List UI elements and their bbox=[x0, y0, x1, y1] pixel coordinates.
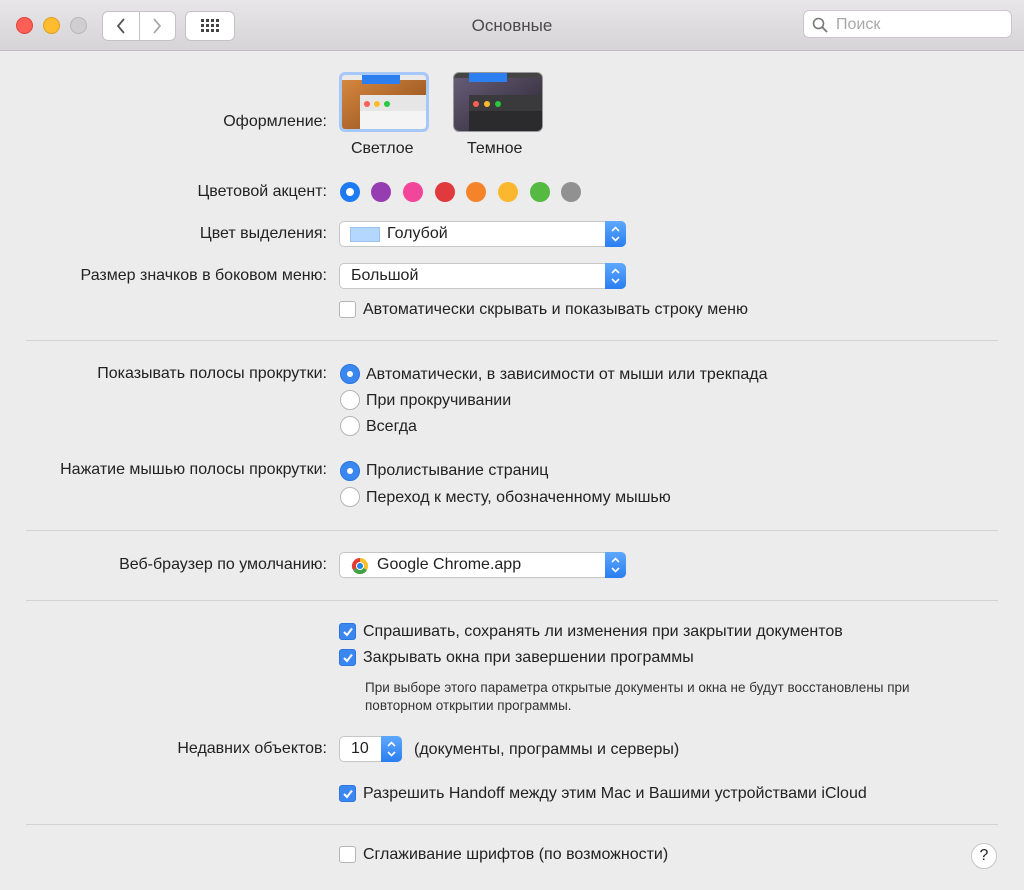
separator bbox=[26, 340, 998, 341]
search-field[interactable] bbox=[803, 10, 1012, 38]
ask-save-checkbox[interactable] bbox=[339, 623, 356, 640]
scroll-click-option-page: Пролистывание страниц bbox=[366, 462, 549, 479]
popup-arrows-icon bbox=[605, 221, 626, 247]
close-windows-note: При выборе этого параметра открытые доку… bbox=[365, 679, 1005, 715]
browser-popup[interactable]: Google Chrome.app bbox=[339, 552, 626, 578]
scrollbars-radio-scrolling[interactable] bbox=[340, 390, 360, 410]
handoff-checkbox[interactable] bbox=[339, 785, 356, 802]
search-icon bbox=[812, 17, 828, 33]
popup-arrows-icon bbox=[605, 263, 626, 289]
window-titlebar: Основные bbox=[0, 0, 1024, 51]
recent-label: Недавних объектов: bbox=[177, 740, 327, 757]
sidebar-icons-label: Размер значков в боковом меню: bbox=[80, 267, 327, 284]
recent-value: 10 bbox=[351, 740, 369, 757]
accent-green[interactable] bbox=[530, 182, 550, 202]
dark-appearance-thumbnail bbox=[454, 73, 542, 131]
menubar-checkbox[interactable] bbox=[339, 301, 356, 318]
accent-blue[interactable] bbox=[340, 182, 360, 202]
separator bbox=[26, 530, 998, 531]
separator bbox=[26, 600, 998, 601]
close-windows-note-line1: При выборе этого параметра открытые доку… bbox=[365, 680, 910, 695]
scroll-click-option-spot: Переход к месту, обозначенному мышью bbox=[366, 489, 671, 506]
accent-yellow[interactable] bbox=[498, 182, 518, 202]
search-input[interactable] bbox=[834, 14, 1008, 36]
accent-graphite[interactable] bbox=[561, 182, 581, 202]
close-windows-label: Закрывать окна при завершении программы bbox=[363, 649, 694, 666]
popup-arrows-icon bbox=[605, 552, 626, 578]
browser-value: Google Chrome.app bbox=[377, 556, 522, 573]
scroll-click-radio-spot[interactable] bbox=[340, 487, 360, 507]
highlight-label: Цвет выделения: bbox=[199, 225, 327, 242]
scroll-click-label: Нажатие мышью полосы прокрутки: bbox=[60, 461, 327, 478]
sidebar-icons-popup[interactable]: Большой bbox=[339, 263, 626, 289]
accent-red[interactable] bbox=[435, 182, 455, 202]
scroll-click-radio-page[interactable] bbox=[340, 461, 360, 481]
scrollbars-option-always: Всегда bbox=[366, 418, 417, 435]
browser-label: Веб-браузер по умолчанию: bbox=[119, 556, 327, 573]
scrollbars-radio-always[interactable] bbox=[340, 416, 360, 436]
appearance-dark-option[interactable] bbox=[453, 72, 543, 132]
accent-purple[interactable] bbox=[371, 182, 391, 202]
menubar-label: Автоматически скрывать и показывать стро… bbox=[363, 301, 748, 318]
sidebar-icons-value: Большой bbox=[351, 267, 419, 284]
scrollbars-radio-auto[interactable] bbox=[340, 364, 360, 384]
popup-arrows-icon bbox=[381, 736, 402, 762]
close-windows-note-line2: повторном открытии программы. bbox=[365, 698, 572, 713]
appearance-dark-label: Темное bbox=[467, 140, 523, 157]
highlight-value: Голубой bbox=[387, 225, 448, 242]
font-smoothing-checkbox[interactable] bbox=[339, 846, 356, 863]
scrollbars-label: Показывать полосы прокрутки: bbox=[97, 365, 327, 382]
close-windows-checkbox[interactable] bbox=[339, 649, 356, 666]
appearance-light-option[interactable] bbox=[339, 72, 429, 132]
scrollbars-option-scrolling: При прокручивании bbox=[366, 392, 512, 409]
appearance-light-label: Светлое bbox=[351, 140, 414, 157]
handoff-label: Разрешить Handoff между этим Mac и Вашим… bbox=[363, 785, 867, 802]
font-smoothing-label: Сглаживание шрифтов (по возможности) bbox=[363, 846, 669, 863]
separator bbox=[26, 824, 998, 825]
checkmark-icon bbox=[343, 789, 353, 799]
recent-suffix: (документы, программы и серверы) bbox=[414, 741, 680, 758]
checkmark-icon bbox=[343, 627, 353, 637]
highlight-popup[interactable]: Голубой bbox=[339, 221, 626, 247]
highlight-swatch bbox=[350, 227, 380, 242]
checkmark-icon bbox=[343, 653, 353, 663]
chrome-icon bbox=[351, 557, 369, 575]
accent-orange[interactable] bbox=[466, 182, 486, 202]
help-button[interactable]: ? bbox=[971, 843, 997, 869]
accent-label: Цветовой акцент: bbox=[197, 183, 327, 200]
scrollbars-option-auto: Автоматически, в зависимости от мыши или… bbox=[366, 366, 768, 383]
accent-pink[interactable] bbox=[403, 182, 423, 202]
ask-save-label: Спрашивать, сохранять ли изменения при з… bbox=[363, 623, 843, 640]
light-appearance-thumbnail bbox=[342, 75, 426, 129]
appearance-label: Оформление: bbox=[223, 113, 327, 130]
recent-items-popup[interactable]: 10 bbox=[339, 736, 402, 762]
